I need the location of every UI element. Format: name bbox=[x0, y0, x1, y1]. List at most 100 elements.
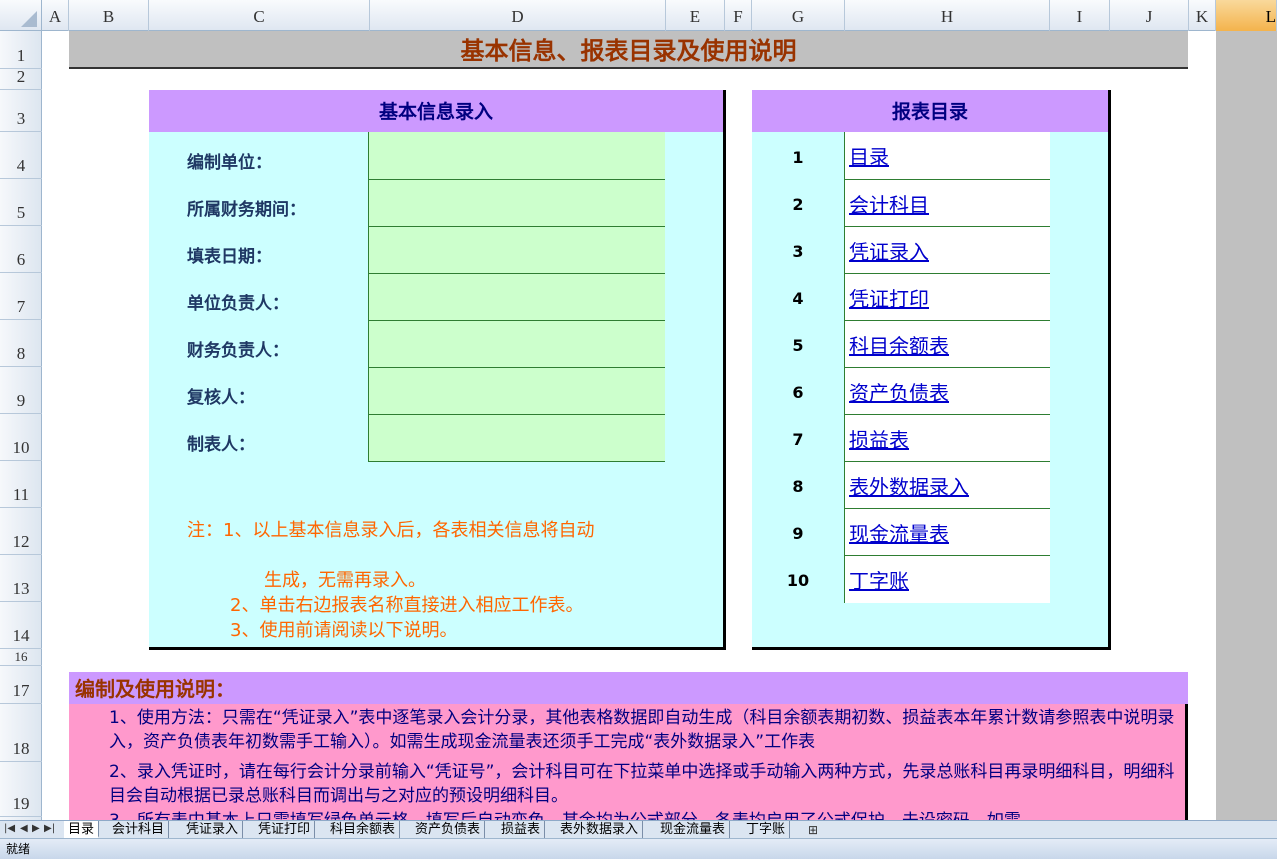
field-label-period: 所属财务期间： bbox=[187, 200, 306, 220]
catalog-link-cashflow[interactable]: 现金流量表 bbox=[844, 509, 1050, 556]
last-sheet-icon[interactable]: ▶| bbox=[44, 823, 55, 834]
status-bar: 就绪 bbox=[0, 838, 1277, 859]
field-input-finance-head[interactable] bbox=[368, 321, 665, 368]
row-header-6[interactable]: 6 bbox=[0, 226, 42, 273]
catalog-num: 5 bbox=[792, 336, 804, 355]
catalog-link-offsheet[interactable]: 表外数据录入 bbox=[844, 462, 1050, 509]
field-input-period[interactable] bbox=[368, 180, 665, 227]
row-header-19[interactable]: 19 bbox=[0, 762, 42, 817]
row-header-8[interactable]: 8 bbox=[0, 320, 42, 367]
catalog-link-voucher-entry[interactable]: 凭证录入 bbox=[844, 227, 1050, 274]
field-input-unit[interactable] bbox=[368, 132, 665, 180]
instruction-item-1: 1、使用方法：只需在“凭证录入”表中逐笔录入会计分录，其他表格数据即自动生成（科… bbox=[109, 708, 1175, 752]
instructions-body: 1、使用方法：只需在“凭证录入”表中逐笔录入会计分录，其他表格数据即自动生成（科… bbox=[69, 704, 1188, 820]
column-header-a[interactable]: A bbox=[42, 0, 69, 31]
field-input-date[interactable] bbox=[368, 227, 665, 274]
column-header-i[interactable]: I bbox=[1050, 0, 1110, 31]
instruction-item-3: 3、所有表中基本上只需填写绿色单元格，填写后自动变色，其余均为公式部分，各表均启… bbox=[109, 809, 1179, 820]
catalog-num: 6 bbox=[792, 383, 804, 402]
catalog-link-voucher-print[interactable]: 凭证打印 bbox=[844, 274, 1050, 321]
next-sheet-icon[interactable]: ▶ bbox=[32, 823, 40, 834]
sheet-tab-balance-sheet[interactable]: 资产负债表 bbox=[411, 821, 486, 838]
catalog-num: 9 bbox=[792, 524, 804, 543]
catalog-num: 8 bbox=[792, 477, 804, 496]
sheet-tab-cashflow[interactable]: 现金流量表 bbox=[656, 821, 731, 838]
row-header-13[interactable]: 13 bbox=[0, 555, 42, 602]
sheet-tab-contents[interactable]: 目录 bbox=[64, 821, 100, 838]
catalog-link-t-account[interactable]: 丁字账 bbox=[844, 556, 1050, 603]
column-header-d[interactable]: D bbox=[370, 0, 666, 31]
row-header-11[interactable]: 11 bbox=[0, 461, 42, 508]
row-header-2[interactable]: 2 bbox=[0, 67, 42, 90]
catalog-link-accounts[interactable]: 会计科目 bbox=[844, 180, 1050, 227]
catalog-num: 7 bbox=[792, 430, 804, 449]
field-input-unit-head[interactable] bbox=[368, 274, 665, 321]
select-all-icon bbox=[21, 11, 37, 27]
out-of-print-area bbox=[1216, 31, 1277, 820]
column-header-l[interactable]: L bbox=[1216, 0, 1277, 31]
insert-sheet-icon[interactable]: ⊞ bbox=[808, 823, 818, 837]
row-header-18[interactable]: 18 bbox=[0, 704, 42, 762]
note-line-1: 注：1、以上基本信息录入后，各表相关信息将自动 bbox=[187, 520, 595, 541]
catalog-link-income[interactable]: 损益表 bbox=[844, 415, 1050, 462]
field-label-unit-head: 单位负责人： bbox=[187, 294, 289, 314]
sheet-tab-bar: |◀ ◀ ▶ ▶| 目录 会计科目 凭证录入 凭证打印 科目余额表 资产负债表 … bbox=[0, 820, 1277, 838]
row-header-bar: 1 2 3 4 5 6 7 8 9 10 11 12 13 14 16 17 1… bbox=[0, 31, 42, 820]
catalog-link-balance-sheet[interactable]: 资产负债表 bbox=[844, 368, 1050, 415]
instruction-item-2: 2、录入凭证时，请在每行会计分录前输入“凭证号”，会计科目可在下拉菜单中选择或手… bbox=[109, 762, 1175, 806]
catalog-link-contents[interactable]: 目录 bbox=[844, 132, 1050, 180]
row-header-10[interactable]: 10 bbox=[0, 414, 42, 461]
column-header-b[interactable]: B bbox=[69, 0, 149, 31]
column-header-g[interactable]: G bbox=[752, 0, 845, 31]
row-header-1[interactable]: 1 bbox=[0, 31, 42, 69]
row-header-5[interactable]: 5 bbox=[0, 179, 42, 226]
instructions-header: 编制及使用说明： bbox=[69, 672, 1188, 704]
column-header-h[interactable]: H bbox=[845, 0, 1050, 31]
field-label-date: 填表日期： bbox=[187, 247, 272, 267]
row-header-3[interactable]: 3 bbox=[0, 90, 42, 132]
row-header-9[interactable]: 9 bbox=[0, 367, 42, 414]
sheet-tab-voucher-entry[interactable]: 凭证录入 bbox=[182, 821, 244, 838]
field-input-reviewer[interactable] bbox=[368, 368, 665, 415]
note-line-3: 2、单击右边报表名称直接进入相应工作表。 bbox=[230, 595, 584, 616]
column-header-f[interactable]: F bbox=[725, 0, 752, 31]
column-header-k[interactable]: K bbox=[1189, 0, 1216, 31]
catalog-num: 4 bbox=[792, 289, 804, 308]
basic-info-header: 基本信息录入 bbox=[149, 90, 723, 132]
note-line-4: 3、使用前请阅读以下说明。 bbox=[230, 620, 458, 641]
sheet-tab-t-account[interactable]: 丁字账 bbox=[742, 821, 791, 838]
catalog-num: 2 bbox=[792, 195, 804, 214]
row-header-12[interactable]: 12 bbox=[0, 508, 42, 555]
prev-sheet-icon[interactable]: ◀ bbox=[20, 823, 28, 834]
row-header-7[interactable]: 7 bbox=[0, 273, 42, 320]
column-header-bar: A B C D E F G H I J K L bbox=[0, 0, 1277, 31]
note-line-2: 生成，无需再录入。 bbox=[264, 570, 426, 591]
catalog-num: 1 bbox=[792, 148, 804, 167]
field-label-preparer: 制表人： bbox=[187, 435, 255, 455]
row-header-4[interactable]: 4 bbox=[0, 132, 42, 179]
sheet-tab-offsheet[interactable]: 表外数据录入 bbox=[556, 821, 644, 838]
report-catalog-panel: 报表目录 1 目录 2 会计科目 3 凭证录入 4 凭证打印 5 科目余额表 6… bbox=[752, 90, 1111, 650]
row-header-14[interactable]: 14 bbox=[0, 602, 42, 649]
sheet-tab-income[interactable]: 损益表 bbox=[497, 821, 546, 838]
catalog-header: 报表目录 bbox=[752, 90, 1108, 132]
catalog-num: 10 bbox=[786, 571, 810, 590]
field-label-reviewer: 复核人： bbox=[187, 388, 255, 408]
field-input-preparer[interactable] bbox=[368, 415, 665, 462]
sheet-tab-balance[interactable]: 科目余额表 bbox=[326, 821, 401, 838]
field-label-finance-head: 财务负责人： bbox=[187, 341, 289, 361]
sheet-tab-accounts[interactable]: 会计科目 bbox=[108, 821, 170, 838]
column-header-j[interactable]: J bbox=[1110, 0, 1189, 31]
catalog-link-balance[interactable]: 科目余额表 bbox=[844, 321, 1050, 368]
column-header-c[interactable]: C bbox=[149, 0, 370, 31]
basic-info-panel: 基本信息录入 编制单位： 所属财务期间： 填表日期： 单位负责人： 财务负责人：… bbox=[149, 90, 726, 650]
page-title: 基本信息、报表目录及使用说明 bbox=[460, 37, 797, 65]
first-sheet-icon[interactable]: |◀ bbox=[4, 823, 15, 834]
row-header-17[interactable]: 17 bbox=[0, 666, 42, 704]
column-header-e[interactable]: E bbox=[666, 0, 725, 31]
catalog-num: 3 bbox=[792, 242, 804, 261]
row-header-16[interactable]: 16 bbox=[0, 649, 42, 666]
select-all-corner[interactable] bbox=[0, 0, 42, 31]
sheet-tab-voucher-print[interactable]: 凭证打印 bbox=[254, 821, 316, 838]
field-label-unit: 编制单位： bbox=[187, 153, 272, 173]
